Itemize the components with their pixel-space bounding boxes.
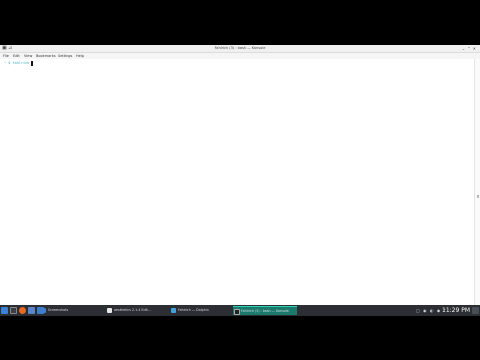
network-icon[interactable]: ◉	[423, 307, 427, 314]
desktop-screen: ▣ ⊿ Fahlrich (3) : bash — Konsole ⌄⌃✕ Fi…	[0, 45, 480, 315]
window-controls[interactable]: ⌄⌃✕	[462, 45, 478, 52]
task-dolphin[interactable]: Fahlrich — Dolphin	[170, 306, 232, 315]
task-screenshots[interactable]: Screenshots	[40, 306, 104, 315]
clipboard-icon[interactable]: ▢	[416, 307, 420, 314]
show-desktop-icon[interactable]	[472, 307, 479, 314]
task-label: aesthetics 2.1.4 Edit...	[114, 308, 151, 312]
window-title: Fahlrich (3) : bash — Konsole	[214, 46, 266, 50]
task-label: Screenshots	[48, 308, 69, 312]
terminal-prompt: ~ $ fahlrich	[4, 61, 30, 65]
desktop-icon[interactable]	[10, 307, 17, 314]
window-titlebar[interactable]: ▣ ⊿ Fahlrich (3) : bash — Konsole ⌄⌃✕	[0, 45, 480, 53]
dolphin-app-icon	[171, 308, 176, 313]
screenshot-app-icon	[41, 308, 46, 313]
terminal-area[interactable]: ~ $ fahlrich	[0, 59, 475, 306]
firefox-icon[interactable]	[19, 307, 26, 314]
terminal-scrollbar[interactable]	[474, 59, 480, 306]
notification-icon[interactable]: ◆	[437, 307, 440, 314]
text-cursor	[31, 61, 33, 66]
konsole-app-icon	[234, 309, 240, 315]
task-editor[interactable]: aesthetics 2.1.4 Edit...	[106, 306, 168, 315]
volume-icon[interactable]: ◐	[430, 307, 434, 314]
task-konsole[interactable]: Fahlrich (3) : bash — Konsole	[233, 306, 297, 315]
close-icon[interactable]: ✕	[473, 46, 478, 51]
task-label: Fahlrich — Dolphin	[178, 308, 209, 312]
editor-app-icon	[107, 308, 112, 313]
app-launcher-icon[interactable]	[1, 307, 8, 314]
files-icon[interactable]	[28, 307, 35, 314]
scroll-thumb[interactable]	[477, 195, 479, 198]
taskbar: Screenshots aesthetics 2.1.4 Edit... Fah…	[0, 305, 480, 316]
task-label: Fahlrich (3) : bash — Konsole	[241, 309, 289, 313]
clock[interactable]: 11:29 PM	[442, 305, 470, 316]
